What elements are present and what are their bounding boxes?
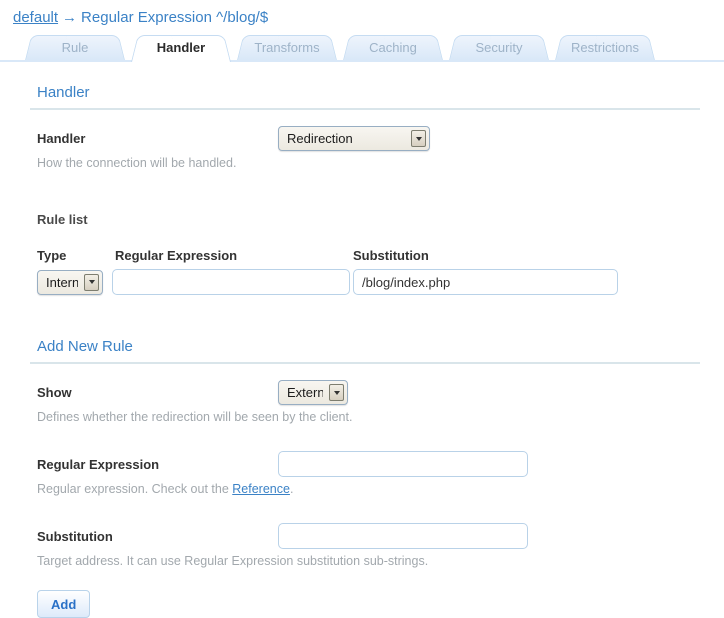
rule-list-header: Type Regular Expression Substitution [37, 248, 724, 263]
tab-label: Restrictions [555, 35, 655, 60]
breadcrumb-arrow: → [62, 9, 77, 26]
substitution-field-help: Target address. It can use Regular Expre… [37, 554, 687, 568]
show-select-value: External [287, 385, 323, 400]
tab-label: Transforms [237, 35, 337, 60]
tab-handler[interactable]: Handler [131, 35, 231, 60]
tab-label: Caching [343, 35, 443, 60]
rule-type-select[interactable]: Internal [37, 270, 103, 295]
tab-label: Security [449, 35, 549, 60]
column-header-type: Type [37, 248, 112, 263]
add-new-rule-section: Add New Rule Show External Defines wheth… [0, 338, 724, 618]
rule-substitution-input[interactable] [353, 269, 618, 295]
regex-field-label: Regular Expression [37, 457, 278, 472]
substitution-input[interactable] [278, 523, 528, 549]
tab-transforms[interactable]: Transforms [237, 35, 337, 60]
regex-help-text: Regular expression. Check out the [37, 482, 232, 496]
dropdown-arrow-icon[interactable] [329, 384, 344, 401]
section-divider [30, 362, 700, 364]
substitution-field-row: Substitution Target address. It can use … [37, 523, 687, 568]
column-header-regular-expression: Regular Expression [112, 248, 353, 263]
regex-help-suffix: . [290, 482, 293, 496]
tab-caching[interactable]: Caching [343, 35, 443, 60]
add-button[interactable]: Add [37, 590, 90, 618]
handler-field-label: Handler [37, 131, 278, 146]
tab-restrictions[interactable]: Restrictions [555, 35, 655, 60]
regex-field-row: Regular Expression Regular expression. C… [37, 451, 687, 496]
section-heading-add-new-rule: Add New Rule [37, 338, 724, 355]
dropdown-arrow-icon[interactable] [411, 130, 426, 147]
reference-link[interactable]: Reference [232, 482, 290, 496]
breadcrumb-title: Regular Expression ^/blog/$ [81, 9, 268, 26]
substitution-field-label: Substitution [37, 529, 278, 544]
show-field-help: Defines whether the redirection will be … [37, 410, 687, 424]
handler-select-value: Redirection [287, 131, 405, 146]
rule-list-label: Rule list [37, 212, 724, 227]
rule-regex-input[interactable] [112, 269, 350, 295]
rule-type-select-value: Internal [46, 275, 78, 290]
breadcrumb: default→Regular Expression ^/blog/$ [0, 0, 724, 26]
tab-bar: Rule Handler Transforms Caching Security… [0, 34, 724, 62]
handler-select[interactable]: Redirection [278, 126, 430, 151]
section-heading-handler: Handler [37, 84, 724, 101]
show-select[interactable]: External [278, 380, 348, 405]
show-field-row: Show External Defines whether the redire… [37, 380, 687, 424]
tab-rule[interactable]: Rule [25, 35, 125, 60]
rule-row: Internal [37, 269, 724, 295]
handler-field-row: Handler Redirection How the connection w… [37, 126, 687, 170]
column-header-substitution: Substitution [353, 248, 621, 263]
dropdown-arrow-icon[interactable] [84, 274, 99, 291]
show-field-label: Show [37, 385, 278, 400]
section-divider [30, 108, 700, 110]
breadcrumb-link-default[interactable]: default [13, 9, 58, 26]
tab-label: Handler [131, 35, 231, 60]
handler-section: Handler Handler Redirection How the conn… [0, 84, 724, 295]
regex-field-help: Regular expression. Check out the Refere… [37, 482, 687, 496]
handler-field-help: How the connection will be handled. [37, 156, 687, 170]
tab-security[interactable]: Security [449, 35, 549, 60]
rule-list-table: Type Regular Expression Substitution Int… [37, 248, 724, 295]
tab-label: Rule [25, 35, 125, 60]
regex-input[interactable] [278, 451, 528, 477]
